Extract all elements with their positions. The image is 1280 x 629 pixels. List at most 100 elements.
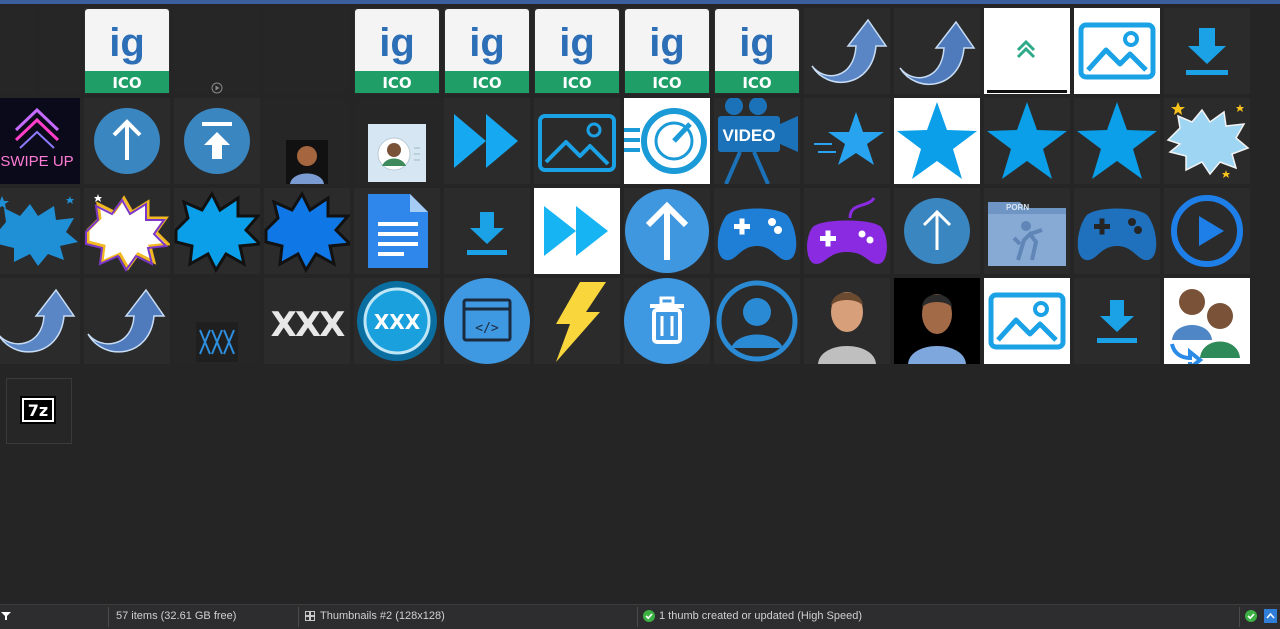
star-icon xyxy=(1077,102,1157,179)
users-transfer-icon xyxy=(1170,289,1240,364)
thumbnail-fast-forward[interactable] xyxy=(444,98,530,184)
thumbnail-contact-card[interactable] xyxy=(354,98,440,184)
thumbnail-folder[interactable]: PORN xyxy=(984,188,1070,274)
thumbnail-xxx[interactable]: XXX xyxy=(264,278,350,364)
svg-text:ig: ig xyxy=(379,21,415,65)
thumbnail-swipe-up[interactable]: SWIPE UP xyxy=(0,98,80,184)
thumbnail-speedometer[interactable] xyxy=(624,98,710,184)
svg-text:XXX: XXX xyxy=(374,310,421,334)
thumbnail-chevron-up[interactable] xyxy=(984,8,1070,94)
trash-icon xyxy=(624,278,710,364)
thumbnail-video-camera[interactable]: VIDEO xyxy=(714,98,800,184)
thumbnail-burst-light[interactable] xyxy=(1164,98,1250,184)
thumbnail-image-outline[interactable] xyxy=(534,98,620,184)
thumbnail-xxx-circle[interactable]: XXX xyxy=(354,278,440,364)
thumbnail-code-window[interactable]: </> xyxy=(444,278,530,364)
thumbnail-gamepad[interactable] xyxy=(714,188,800,274)
thumbnail-download[interactable] xyxy=(444,188,530,274)
svg-text:ig: ig xyxy=(469,21,505,65)
svg-text:ig: ig xyxy=(109,21,145,65)
thumbnail-7z-archive[interactable]: 7z xyxy=(6,378,72,444)
ico-file-icon: ig ICO xyxy=(445,9,529,93)
thumbnail-burst-white[interactable] xyxy=(84,188,170,274)
arrow-up-circle-icon xyxy=(94,108,160,174)
thumbnail-person-dark[interactable] xyxy=(894,278,980,364)
thumbnail-fast-forward-white[interactable] xyxy=(534,188,620,274)
thumbnail-arrow-up-circle[interactable] xyxy=(624,188,710,274)
status-separator xyxy=(298,607,299,627)
thumbnail-star-motion[interactable] xyxy=(804,98,890,184)
filter-icon xyxy=(1,612,11,620)
thumbnail-trash[interactable] xyxy=(624,278,710,364)
thumbnail-download[interactable] xyxy=(1164,8,1250,94)
thumbnail-grid[interactable]: ig ICO ig ICO ig ICO ig ICO ig ICO ig IC… xyxy=(0,4,1280,604)
svg-text:ICO: ICO xyxy=(652,74,681,92)
thumbnail-star[interactable] xyxy=(894,98,980,184)
thumbnail-ico-file[interactable]: ig ICO xyxy=(714,8,800,94)
svg-text:7z: 7z xyxy=(28,401,48,420)
thumbnail-ico-file[interactable]: ig ICO xyxy=(624,8,710,94)
thumbnail-curved-arrow[interactable] xyxy=(804,8,890,94)
thumbnail-empty[interactable] xyxy=(264,8,350,94)
thumbnail-download[interactable] xyxy=(1074,278,1160,364)
svg-text:ig: ig xyxy=(559,21,595,65)
thumbnail-image[interactable] xyxy=(1074,8,1160,94)
thumbnail-curved-arrow[interactable] xyxy=(84,278,170,364)
thumbnail-ico-file[interactable]: ig ICO xyxy=(354,8,440,94)
ico-file-icon: ig ICO xyxy=(355,9,439,93)
thumbnail-empty[interactable] xyxy=(174,8,260,94)
thumbnail-star[interactable] xyxy=(984,98,1070,184)
ico-file-icon: ig ICO xyxy=(535,9,619,93)
svg-text:</>: </> xyxy=(475,321,499,336)
thumbnail-burst-blue[interactable] xyxy=(0,188,80,274)
thumbnail-view-icon[interactable] xyxy=(305,605,315,629)
thumbnail-star[interactable] xyxy=(1074,98,1160,184)
thumbnail-curved-arrow[interactable] xyxy=(0,278,80,364)
thumbnail-lightning[interactable] xyxy=(534,278,620,364)
thumbnail-empty[interactable] xyxy=(40,8,80,94)
thumbnail-ico-file[interactable]: ig ICO xyxy=(534,8,620,94)
comic-burst-icon xyxy=(264,190,350,274)
ico-file-icon: ig ICO xyxy=(85,9,169,93)
thumbnail-burst-deep-blue[interactable] xyxy=(264,188,350,274)
filter-box[interactable] xyxy=(0,605,108,629)
thumbnail-play-circle[interactable] xyxy=(1164,188,1250,274)
svg-text:ig: ig xyxy=(649,21,685,65)
thumbnail-ico-file[interactable]: ig ICO xyxy=(84,8,170,94)
thumbnail-upload-circle[interactable] xyxy=(174,98,260,184)
thumbnail-person[interactable] xyxy=(804,278,890,364)
thumbnail-xxx-small[interactable] xyxy=(174,278,260,364)
thumbnail-gamepad[interactable] xyxy=(1074,188,1160,274)
svg-text:VIDEO: VIDEO xyxy=(723,126,776,145)
folder-icon: PORN xyxy=(988,202,1066,266)
gamepad-icon xyxy=(717,208,797,261)
panel-toggle-icon[interactable] xyxy=(1264,605,1277,629)
xxx-small-icon xyxy=(196,322,238,362)
fast-forward-icon xyxy=(544,206,608,256)
play-circle-icon xyxy=(1171,195,1243,267)
curved-arrow-icon xyxy=(811,18,888,83)
curved-arrow-icon xyxy=(0,288,76,353)
person-avatar-icon xyxy=(818,292,876,364)
ico-file-icon: ig ICO xyxy=(715,9,799,93)
download-icon xyxy=(467,212,507,255)
thumbnail-burst-dark-blue[interactable] xyxy=(174,188,260,274)
thumbnail-gamepad-purple[interactable] xyxy=(804,188,890,274)
status-view-mode[interactable]: Thumbnails #2 (128x128) xyxy=(320,605,445,629)
status-separator xyxy=(1239,607,1240,627)
7z-archive-icon: 7z xyxy=(20,396,56,424)
svg-text:ICO: ICO xyxy=(562,74,591,92)
fast-forward-icon xyxy=(454,114,518,168)
status-items-count: 57 items (32.61 GB free) xyxy=(116,610,237,622)
thumbnail-document[interactable] xyxy=(354,188,440,274)
thumbnail-ico-file[interactable]: ig ICO xyxy=(444,8,530,94)
thumbnail-avatar-small[interactable] xyxy=(264,98,350,184)
thumbnail-arrow-up-circle[interactable] xyxy=(84,98,170,184)
thumbnail-curved-arrow[interactable] xyxy=(894,8,980,94)
document-icon xyxy=(368,194,428,268)
thumbnail-user-circle[interactable] xyxy=(714,278,800,364)
thumbnail-arrow-up-circle[interactable] xyxy=(894,188,980,274)
thumbnail-users-transfer[interactable] xyxy=(1164,278,1250,364)
thumbnail-empty[interactable] xyxy=(0,8,36,94)
thumbnail-image[interactable] xyxy=(984,278,1070,364)
